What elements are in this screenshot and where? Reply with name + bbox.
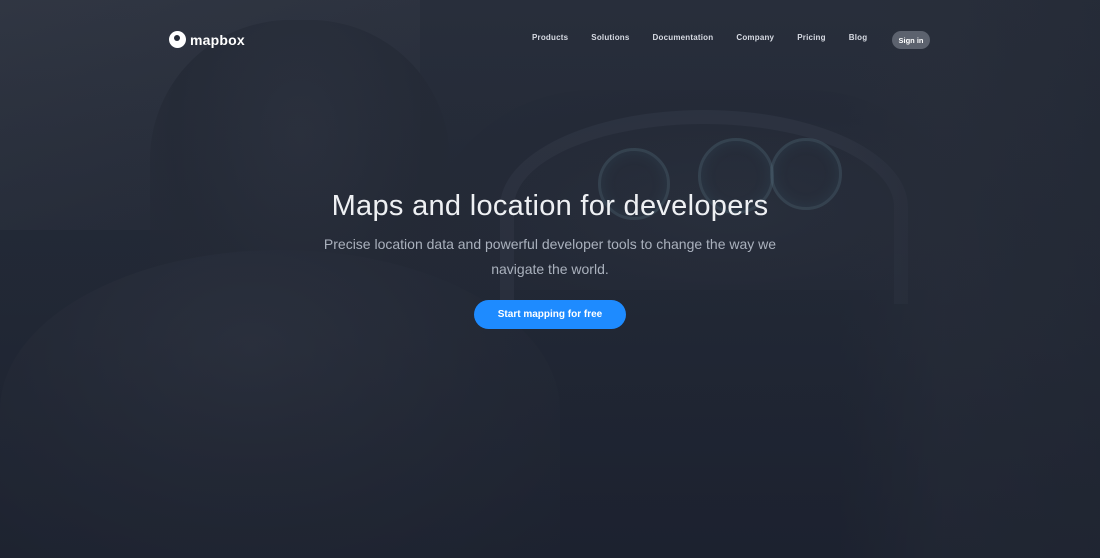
- mapbox-logo-icon: [169, 31, 186, 48]
- hero-subtitle: Precise location data and powerful devel…: [323, 236, 777, 277]
- nav-link-products[interactable]: Products: [532, 33, 568, 42]
- hero-content: Maps and location for developers Precise…: [0, 188, 1100, 329]
- mapbox-logo-link[interactable]: mapbox: [169, 31, 245, 48]
- sign-in-button[interactable]: Sign in: [892, 31, 930, 49]
- nav-link-company[interactable]: Company: [736, 33, 774, 42]
- hero-title: Maps and location for developers: [331, 190, 769, 222]
- top-navigation: mapbox Products Solutions Documentation …: [0, 0, 1100, 80]
- nav-links: Products Solutions Documentation Company…: [532, 33, 890, 42]
- hero-section: mapbox Products Solutions Documentation …: [0, 0, 1100, 558]
- nav-link-solutions[interactable]: Solutions: [591, 33, 629, 42]
- nav-link-documentation[interactable]: Documentation: [653, 33, 714, 42]
- start-mapping-button[interactable]: Start mapping for free: [474, 300, 626, 329]
- brand-name: mapbox: [190, 31, 245, 48]
- nav-link-pricing[interactable]: Pricing: [797, 33, 826, 42]
- nav-link-blog[interactable]: Blog: [849, 33, 868, 42]
